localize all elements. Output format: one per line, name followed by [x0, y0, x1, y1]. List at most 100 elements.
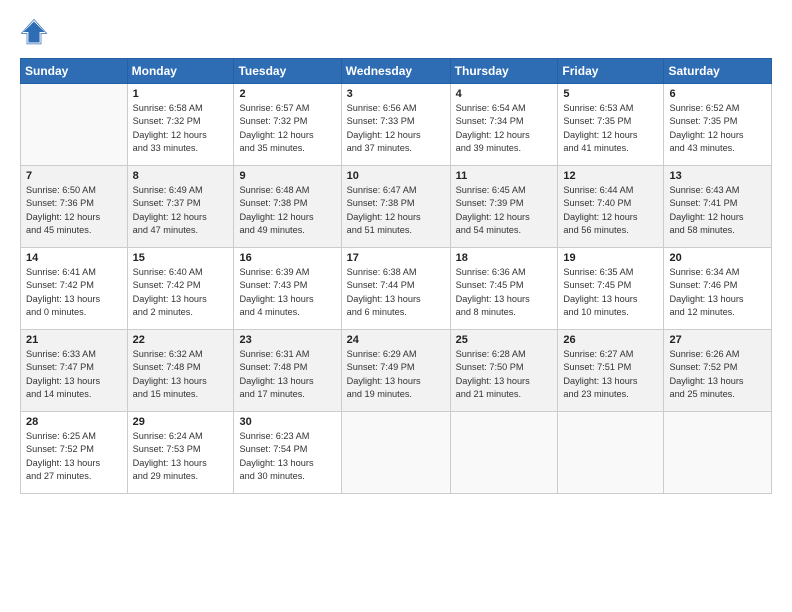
calendar-day-cell: 25 Sunrise: 6:28 AM Sunset: 7:50 PM Dayli… — [450, 330, 558, 412]
day-info: Sunrise: 6:25 AM Sunset: 7:52 PM Dayligh… — [26, 430, 122, 483]
calendar-day-cell: 18 Sunrise: 6:36 AM Sunset: 7:45 PM Dayli… — [450, 248, 558, 330]
day-info: Sunrise: 6:27 AM Sunset: 7:51 PM Dayligh… — [563, 348, 658, 401]
day-number: 6 — [669, 88, 766, 100]
calendar-day-cell: 19 Sunrise: 6:35 AM Sunset: 7:45 PM Dayli… — [558, 248, 664, 330]
day-info: Sunrise: 6:34 AM Sunset: 7:46 PM Dayligh… — [669, 266, 766, 319]
weekday-wednesday: Wednesday — [341, 59, 450, 84]
calendar-day-cell: 30Sunrise: 6:23 AM Sunset: 7:54 PM Dayli… — [234, 412, 341, 494]
day-info: Sunrise: 6:45 AM Sunset: 7:39 PM Dayligh… — [456, 184, 553, 237]
calendar-day-cell: 10Sunrise: 6:47 AM Sunset: 7:38 PM Dayli… — [341, 166, 450, 248]
day-info: Sunrise: 6:35 AM Sunset: 7:45 PM Dayligh… — [563, 266, 658, 319]
day-info: Sunrise: 6:53 AM Sunset: 7:35 PM Dayligh… — [563, 102, 658, 155]
day-info: Sunrise: 6:26 AM Sunset: 7:52 PM Dayligh… — [669, 348, 766, 401]
day-info: Sunrise: 6:56 AM Sunset: 7:33 PM Dayligh… — [347, 102, 445, 155]
day-number: 26 — [563, 334, 658, 346]
day-info: Sunrise: 6:50 AM Sunset: 7:36 PM Dayligh… — [26, 184, 122, 237]
day-number: 16 — [239, 252, 335, 264]
calendar-day-cell: 23Sunrise: 6:31 AM Sunset: 7:48 PM Dayli… — [234, 330, 341, 412]
day-number: 28 — [26, 416, 122, 428]
day-info: Sunrise: 6:54 AM Sunset: 7:34 PM Dayligh… — [456, 102, 553, 155]
weekday-friday: Friday — [558, 59, 664, 84]
calendar-day-cell: 13 Sunrise: 6:43 AM Sunset: 7:41 PM Dayli… — [664, 166, 772, 248]
calendar-day-cell: 20 Sunrise: 6:34 AM Sunset: 7:46 PM Dayli… — [664, 248, 772, 330]
calendar-day-cell: 14 Sunrise: 6:41 AM Sunset: 7:42 PM Dayli… — [21, 248, 128, 330]
header — [20, 18, 772, 46]
calendar-day-cell: 7Sunrise: 6:50 AM Sunset: 7:36 PM Daylig… — [21, 166, 128, 248]
day-number: 21 — [26, 334, 122, 346]
logo — [20, 18, 52, 46]
day-number: 20 — [669, 252, 766, 264]
day-info: Sunrise: 6:58 AM Sunset: 7:32 PM Dayligh… — [133, 102, 229, 155]
calendar-week-row: 14 Sunrise: 6:41 AM Sunset: 7:42 PM Dayli… — [21, 248, 772, 330]
day-info: Sunrise: 6:44 AM Sunset: 7:40 PM Dayligh… — [563, 184, 658, 237]
day-number: 24 — [347, 334, 445, 346]
calendar-day-cell: 29Sunrise: 6:24 AM Sunset: 7:53 PM Dayli… — [127, 412, 234, 494]
weekday-monday: Monday — [127, 59, 234, 84]
calendar-day-cell: 3 Sunrise: 6:56 AM Sunset: 7:33 PM Daylig… — [341, 84, 450, 166]
day-info: Sunrise: 6:33 AM Sunset: 7:47 PM Dayligh… — [26, 348, 122, 401]
calendar-day-cell — [558, 412, 664, 494]
calendar-day-cell: 28 Sunrise: 6:25 AM Sunset: 7:52 PM Dayli… — [21, 412, 128, 494]
weekday-tuesday: Tuesday — [234, 59, 341, 84]
calendar-day-cell: 27 Sunrise: 6:26 AM Sunset: 7:52 PM Dayli… — [664, 330, 772, 412]
calendar-day-cell: 21 Sunrise: 6:33 AM Sunset: 7:47 PM Dayli… — [21, 330, 128, 412]
day-info: Sunrise: 6:23 AM Sunset: 7:54 PM Dayligh… — [239, 430, 335, 483]
day-number: 11 — [456, 170, 553, 182]
day-number: 17 — [347, 252, 445, 264]
day-info: Sunrise: 6:29 AM Sunset: 7:49 PM Dayligh… — [347, 348, 445, 401]
calendar-day-cell: 4Sunrise: 6:54 AM Sunset: 7:34 PM Daylig… — [450, 84, 558, 166]
calendar-day-cell: 16Sunrise: 6:39 AM Sunset: 7:43 PM Dayli… — [234, 248, 341, 330]
day-info: Sunrise: 6:48 AM Sunset: 7:38 PM Dayligh… — [239, 184, 335, 237]
weekday-saturday: Saturday — [664, 59, 772, 84]
day-info: Sunrise: 6:28 AM Sunset: 7:50 PM Dayligh… — [456, 348, 553, 401]
day-number: 8 — [133, 170, 229, 182]
calendar-day-cell: 15Sunrise: 6:40 AM Sunset: 7:42 PM Dayli… — [127, 248, 234, 330]
calendar-day-cell: 24 Sunrise: 6:29 AM Sunset: 7:49 PM Dayli… — [341, 330, 450, 412]
calendar-day-cell: 22 Sunrise: 6:32 AM Sunset: 7:48 PM Dayli… — [127, 330, 234, 412]
calendar-day-cell: 11 Sunrise: 6:45 AM Sunset: 7:39 PM Dayli… — [450, 166, 558, 248]
day-number: 13 — [669, 170, 766, 182]
calendar-day-cell: 6 Sunrise: 6:52 AM Sunset: 7:35 PM Daylig… — [664, 84, 772, 166]
calendar-week-row: 28 Sunrise: 6:25 AM Sunset: 7:52 PM Dayli… — [21, 412, 772, 494]
day-number: 22 — [133, 334, 229, 346]
calendar-day-cell — [664, 412, 772, 494]
day-number: 14 — [26, 252, 122, 264]
calendar-day-cell: 2 Sunrise: 6:57 AM Sunset: 7:32 PM Daylig… — [234, 84, 341, 166]
day-info: Sunrise: 6:49 AM Sunset: 7:37 PM Dayligh… — [133, 184, 229, 237]
day-info: Sunrise: 6:57 AM Sunset: 7:32 PM Dayligh… — [239, 102, 335, 155]
day-number: 18 — [456, 252, 553, 264]
weekday-sunday: Sunday — [21, 59, 128, 84]
day-info: Sunrise: 6:24 AM Sunset: 7:53 PM Dayligh… — [133, 430, 229, 483]
day-number: 27 — [669, 334, 766, 346]
day-number: 5 — [563, 88, 658, 100]
calendar-week-row: 21 Sunrise: 6:33 AM Sunset: 7:47 PM Dayli… — [21, 330, 772, 412]
day-info: Sunrise: 6:41 AM Sunset: 7:42 PM Dayligh… — [26, 266, 122, 319]
calendar-day-cell: 17 Sunrise: 6:38 AM Sunset: 7:44 PM Dayli… — [341, 248, 450, 330]
day-number: 15 — [133, 252, 229, 264]
day-info: Sunrise: 6:32 AM Sunset: 7:48 PM Dayligh… — [133, 348, 229, 401]
day-number: 9 — [239, 170, 335, 182]
day-number: 10 — [347, 170, 445, 182]
calendar-week-row: 1 Sunrise: 6:58 AM Sunset: 7:32 PM Daylig… — [21, 84, 772, 166]
calendar-day-cell: 8 Sunrise: 6:49 AM Sunset: 7:37 PM Daylig… — [127, 166, 234, 248]
day-info: Sunrise: 6:36 AM Sunset: 7:45 PM Dayligh… — [456, 266, 553, 319]
calendar-day-cell — [341, 412, 450, 494]
day-number: 23 — [239, 334, 335, 346]
day-number: 25 — [456, 334, 553, 346]
page: SundayMondayTuesdayWednesdayThursdayFrid… — [0, 0, 792, 504]
weekday-header-row: SundayMondayTuesdayWednesdayThursdayFrid… — [21, 59, 772, 84]
day-number: 1 — [133, 88, 229, 100]
logo-icon — [20, 18, 48, 46]
day-number: 2 — [239, 88, 335, 100]
calendar-day-cell: 12 Sunrise: 6:44 AM Sunset: 7:40 PM Dayli… — [558, 166, 664, 248]
day-number: 3 — [347, 88, 445, 100]
day-number: 19 — [563, 252, 658, 264]
day-info: Sunrise: 6:52 AM Sunset: 7:35 PM Dayligh… — [669, 102, 766, 155]
calendar-week-row: 7Sunrise: 6:50 AM Sunset: 7:36 PM Daylig… — [21, 166, 772, 248]
day-info: Sunrise: 6:38 AM Sunset: 7:44 PM Dayligh… — [347, 266, 445, 319]
day-info: Sunrise: 6:43 AM Sunset: 7:41 PM Dayligh… — [669, 184, 766, 237]
calendar-table: SundayMondayTuesdayWednesdayThursdayFrid… — [20, 58, 772, 494]
day-number: 12 — [563, 170, 658, 182]
weekday-thursday: Thursday — [450, 59, 558, 84]
calendar-day-cell: 26 Sunrise: 6:27 AM Sunset: 7:51 PM Dayli… — [558, 330, 664, 412]
